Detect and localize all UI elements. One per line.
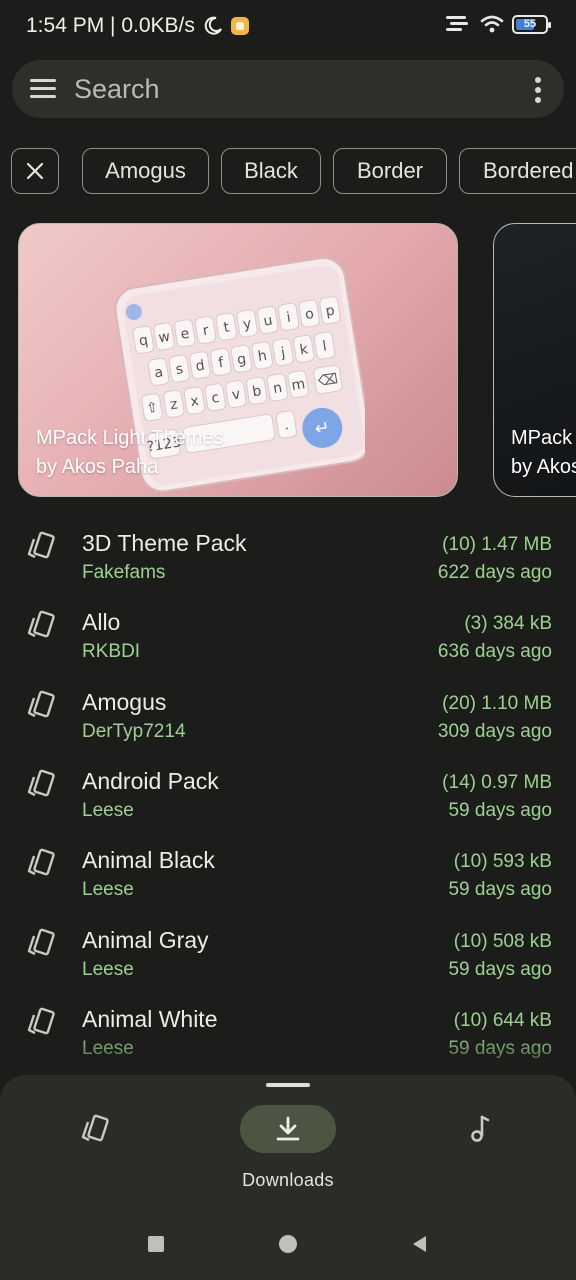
featured-carousel[interactable]: q w e r t y u i o p a s d f g h j k l z x c v b n m ⇧ ⌫ ?123. ↵ MPac…: [0, 223, 576, 499]
theme-pack-icon: [27, 610, 55, 638]
theme-size: (20) 1.10 MB: [442, 692, 552, 714]
theme-title: Animal White: [82, 1005, 218, 1032]
theme-date: 59 days ago: [448, 879, 552, 901]
chip-label: Black: [244, 158, 298, 183]
theme-date: 636 days ago: [437, 641, 552, 663]
theme-author: RKBDI: [82, 641, 141, 663]
theme-size: (10) 593 kB: [453, 851, 552, 873]
battery-icon: 55: [512, 14, 551, 34]
more-options-icon[interactable]: [534, 77, 542, 103]
system-navigation: [0, 1220, 576, 1268]
theme-pack-icon: [27, 928, 55, 955]
chip-label: Border: [356, 158, 424, 183]
featured-title: MPack Light Themes: [36, 427, 224, 449]
close-icon: [26, 162, 44, 180]
theme-date: 622 days ago: [437, 562, 552, 583]
theme-list-item[interactable]: 3D Theme Pack Fakefams (10) 1.47 MB 622 day…: [0, 506, 576, 585]
music-note-icon: [471, 1115, 490, 1142]
theme-title: Animal Gray: [82, 926, 209, 953]
featured-author: by Akos Paha: [36, 456, 159, 478]
theme-title: Allo: [82, 609, 121, 636]
status-right: 55: [446, 14, 551, 34]
search-bar[interactable]: Search: [12, 60, 564, 118]
theme-author: Leese: [82, 958, 134, 980]
signal-icon: [446, 16, 468, 31]
nav-downloads-label: Downloads: [242, 1170, 334, 1190]
backspace-key: ⌫: [317, 371, 339, 390]
back-button[interactable]: [410, 1234, 428, 1254]
theme-size: (14) 0.97 MB: [442, 771, 552, 793]
theme-size: (3) 384 kB: [464, 613, 552, 635]
chip-label: Amogus: [105, 158, 186, 183]
theme-author: Fakefams: [82, 562, 166, 583]
theme-list-item[interactable]: Animal Black Leese (10) 593 kB 59 days ago: [0, 823, 576, 902]
theme-author: Leese: [82, 799, 134, 821]
shift-key: ⇧: [145, 399, 159, 417]
themes-icon: [81, 1114, 109, 1142]
theme-size: (10) 1.47 MB: [442, 534, 552, 555]
nav-downloads[interactable]: [240, 1105, 336, 1153]
theme-pack-icon: [27, 769, 55, 797]
recents-button[interactable]: [148, 1236, 164, 1252]
theme-title: Android Pack: [82, 767, 219, 794]
menu-icon[interactable]: [30, 79, 56, 99]
status-bar: 1:54 PM | 0.0KB/s 55: [0, 0, 576, 54]
home-button[interactable]: [279, 1235, 297, 1253]
status-time-speed: 1:54 PM | 0.0KB/s: [26, 14, 195, 37]
list-fade: [0, 1032, 576, 1076]
key-label: m: [290, 376, 306, 394]
nav-themes[interactable]: [47, 1105, 143, 1153]
keyboard-preview-image: q w e r t y u i o pa s d f g h j k lz x c v b n m⇧⌫?123. ↵: [115, 256, 365, 492]
clear-filters-button[interactable]: [11, 148, 59, 194]
theme-list-item[interactable]: Android Pack Leese (14) 0.97 MB 59 days ago: [0, 744, 576, 823]
search-input[interactable]: Search: [74, 74, 160, 105]
theme-size: (10) 644 kB: [453, 1009, 552, 1031]
theme-list-item[interactable]: Allo RKBDI (3) 384 kB 636 days ago: [0, 585, 576, 664]
chip-label: Bordered: [483, 158, 574, 183]
moon-icon: [204, 16, 222, 35]
wifi-icon: [480, 15, 504, 33]
theme-date: 309 days ago: [437, 720, 552, 742]
drag-handle[interactable]: [266, 1083, 310, 1087]
theme-list-item[interactable]: Amogus DerTyp7214 (20) 1.10 MB 309 days ago: [0, 665, 576, 744]
notification-icon: [230, 17, 249, 35]
theme-date: 59 days ago: [448, 799, 552, 821]
theme-pack-icon: [27, 848, 55, 876]
theme-pack-icon: [27, 690, 55, 717]
theme-title: 3D Theme Pack: [82, 530, 247, 556]
theme-title: Animal Black: [82, 847, 215, 874]
theme-size: (10) 508 kB: [453, 930, 552, 952]
theme-list-item[interactable]: Animal Gray Leese (10) 508 kB 59 days ago: [0, 903, 576, 982]
battery-level: 55: [523, 18, 537, 30]
theme-date: 59 days ago: [448, 958, 552, 980]
download-icon: [276, 1116, 300, 1141]
filter-chips: Amogus Black Border Bordered: [0, 148, 576, 196]
chip-border[interactable]: Border: [333, 148, 447, 194]
featured-card[interactable]: q w e r t y u i o p a s d f g h j k l z x c v b n m ⇧ ⌫ ?123. ↵ MPac…: [18, 223, 458, 497]
chip-bordered[interactable]: Bordered: [459, 148, 576, 194]
theme-pack-icon: [27, 531, 55, 559]
theme-author: DerTyp7214: [82, 720, 186, 742]
theme-title: Amogus: [82, 688, 167, 715]
featured-title: MPack Dark Themes: [511, 427, 576, 449]
theme-author: Leese: [82, 879, 134, 901]
featured-author: by Akos Paha: [511, 456, 576, 478]
featured-card[interactable]: MPack Dark Themes by Akos Paha: [493, 223, 576, 497]
nav-music[interactable]: [432, 1105, 528, 1153]
status-left: 1:54 PM | 0.0KB/s: [26, 14, 249, 38]
chip-amogus[interactable]: Amogus: [82, 148, 209, 194]
bottom-navigation: Downloads: [0, 1075, 576, 1280]
chip-black[interactable]: Black: [221, 148, 321, 194]
